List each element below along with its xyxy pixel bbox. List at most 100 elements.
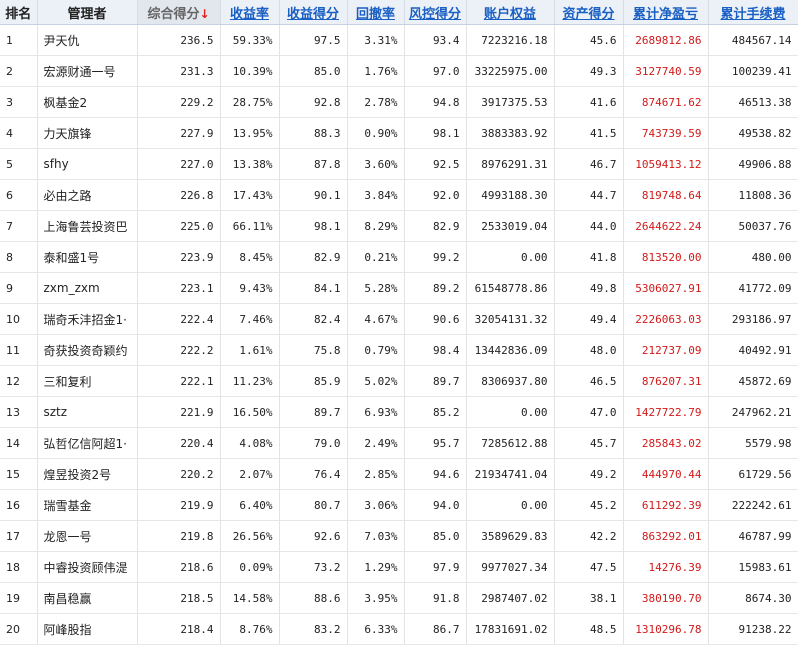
cell-return-score: 89.7 bbox=[279, 396, 348, 428]
header-equity[interactable]: 账户权益 bbox=[466, 0, 555, 25]
cell-manager: 中睿投资顾伟湜 bbox=[37, 551, 138, 583]
cell-fees: 480.00 bbox=[708, 241, 798, 273]
cell-asset-score: 49.2 bbox=[554, 458, 624, 490]
cell-score: 220.4 bbox=[137, 427, 221, 459]
cell-return-rate: 13.38% bbox=[220, 148, 280, 180]
cell-return-rate: 66.11% bbox=[220, 210, 280, 242]
header-fees[interactable]: 累计手续费 bbox=[708, 0, 798, 25]
cell-return-score: 98.1 bbox=[279, 210, 348, 242]
cell-risk-score: 98.4 bbox=[404, 334, 467, 366]
cell-equity: 0.00 bbox=[466, 241, 555, 273]
cell-risk-score: 94.8 bbox=[404, 86, 467, 118]
cell-fees: 40492.91 bbox=[708, 334, 798, 366]
cell-fees: 15983.61 bbox=[708, 551, 798, 583]
cell-return-score: 97.5 bbox=[279, 24, 348, 56]
cell-drawdown: 2.85% bbox=[347, 458, 405, 490]
header-asset-score[interactable]: 资产得分 bbox=[554, 0, 624, 25]
cell-net-pnl: 813520.00 bbox=[623, 241, 709, 273]
table-row: 17 龙恩一号 219.8 26.56% 92.6 7.03% 85.0 3589629.83… bbox=[0, 520, 798, 552]
table-row: 9 zxm_zxm 223.1 9.43% 84.1 5.28% 89.2 61548778.… bbox=[0, 272, 798, 304]
cell-net-pnl: 1427722.79 bbox=[623, 396, 709, 428]
cell-equity: 2987407.02 bbox=[466, 582, 555, 614]
header-drawdown[interactable]: 回撤率 bbox=[347, 0, 405, 25]
table-row: 4 力天旗锋 227.9 13.95% 88.3 0.90% 98.1 3883383.92 4… bbox=[0, 117, 798, 149]
cell-risk-score: 95.7 bbox=[404, 427, 467, 459]
cell-score: 222.4 bbox=[137, 303, 221, 335]
cell-fees: 50037.76 bbox=[708, 210, 798, 242]
table-row: 3 枫基金2 229.2 28.75% 92.8 2.78% 94.8 3917375.53 4… bbox=[0, 86, 798, 118]
cell-manager: zxm_zxm bbox=[37, 272, 138, 304]
cell-drawdown: 5.28% bbox=[347, 272, 405, 304]
cell-return-score: 92.6 bbox=[279, 520, 348, 552]
cell-asset-score: 47.0 bbox=[554, 396, 624, 428]
cell-return-score: 88.6 bbox=[279, 582, 348, 614]
cell-rank: 11 bbox=[0, 334, 38, 366]
cell-rank: 8 bbox=[0, 241, 38, 273]
header-score[interactable]: 综合得分↓ bbox=[137, 0, 221, 25]
cell-rank: 4 bbox=[0, 117, 38, 149]
cell-return-rate: 9.43% bbox=[220, 272, 280, 304]
cell-return-rate: 7.46% bbox=[220, 303, 280, 335]
cell-manager: sztz bbox=[37, 396, 138, 428]
cell-return-score: 90.1 bbox=[279, 179, 348, 211]
cell-manager: 尹天仇 bbox=[37, 24, 138, 56]
cell-net-pnl: 611292.39 bbox=[623, 489, 709, 521]
cell-drawdown: 6.93% bbox=[347, 396, 405, 428]
cell-net-pnl: 743739.59 bbox=[623, 117, 709, 149]
cell-risk-score: 89.7 bbox=[404, 365, 467, 397]
cell-return-rate: 28.75% bbox=[220, 86, 280, 118]
header-risk-score[interactable]: 风控得分 bbox=[404, 0, 467, 25]
cell-fees: 49538.82 bbox=[708, 117, 798, 149]
cell-score: 229.2 bbox=[137, 86, 221, 118]
cell-drawdown: 1.76% bbox=[347, 55, 405, 87]
cell-fees: 46513.38 bbox=[708, 86, 798, 118]
cell-return-score: 82.4 bbox=[279, 303, 348, 335]
table-row: 10 瑞奇禾沣招金1· 222.4 7.46% 82.4 4.67% 90.6 3205413… bbox=[0, 303, 798, 335]
cell-return-score: 73.2 bbox=[279, 551, 348, 583]
cell-return-score: 82.9 bbox=[279, 241, 348, 273]
cell-drawdown: 0.21% bbox=[347, 241, 405, 273]
header-manager: 管理者 bbox=[37, 0, 138, 25]
cell-fees: 8674.30 bbox=[708, 582, 798, 614]
cell-rank: 6 bbox=[0, 179, 38, 211]
cell-equity: 33225975.00 bbox=[466, 55, 555, 87]
sort-desc-icon: ↓ bbox=[199, 6, 210, 21]
cell-asset-score: 42.2 bbox=[554, 520, 624, 552]
cell-rank: 7 bbox=[0, 210, 38, 242]
cell-equity: 32054131.32 bbox=[466, 303, 555, 335]
cell-net-pnl: 14276.39 bbox=[623, 551, 709, 583]
cell-risk-score: 90.6 bbox=[404, 303, 467, 335]
cell-score: 227.0 bbox=[137, 148, 221, 180]
cell-manager: 枫基金2 bbox=[37, 86, 138, 118]
cell-return-score: 76.4 bbox=[279, 458, 348, 490]
cell-score: 226.8 bbox=[137, 179, 221, 211]
cell-drawdown: 7.03% bbox=[347, 520, 405, 552]
cell-return-rate: 17.43% bbox=[220, 179, 280, 211]
cell-net-pnl: 212737.09 bbox=[623, 334, 709, 366]
cell-manager: 瑞奇禾沣招金1· bbox=[37, 303, 138, 335]
header-return-score[interactable]: 收益得分 bbox=[279, 0, 348, 25]
cell-return-rate: 6.40% bbox=[220, 489, 280, 521]
cell-manager: 龙恩一号 bbox=[37, 520, 138, 552]
cell-asset-score: 41.8 bbox=[554, 241, 624, 273]
header-row: 排名 管理者 综合得分↓ 收益率 收益得分 回撤率 风控得分 账户权益 资产得分… bbox=[0, 0, 798, 25]
cell-risk-score: 94.6 bbox=[404, 458, 467, 490]
header-net-pnl[interactable]: 累计净盈亏 bbox=[623, 0, 709, 25]
cell-net-pnl: 2689812.86 bbox=[623, 24, 709, 56]
cell-equity: 61548778.86 bbox=[466, 272, 555, 304]
cell-return-rate: 14.58% bbox=[220, 582, 280, 614]
table-row: 6 必由之路 226.8 17.43% 90.1 3.84% 92.0 4993188.30 4… bbox=[0, 179, 798, 211]
cell-rank: 9 bbox=[0, 272, 38, 304]
cell-asset-score: 41.6 bbox=[554, 86, 624, 118]
header-rank: 排名 bbox=[0, 0, 38, 25]
cell-equity: 7223216.18 bbox=[466, 24, 555, 56]
cell-equity: 2533019.04 bbox=[466, 210, 555, 242]
header-return-rate[interactable]: 收益率 bbox=[220, 0, 280, 25]
cell-score: 218.5 bbox=[137, 582, 221, 614]
cell-manager: 必由之路 bbox=[37, 179, 138, 211]
cell-return-score: 85.0 bbox=[279, 55, 348, 87]
table-row: 16 瑞雪基金 219.9 6.40% 80.7 3.06% 94.0 0.00 45.2 611… bbox=[0, 489, 798, 521]
table-row: 8 泰和盛1号 223.9 8.45% 82.9 0.21% 99.2 0.00 41.8 813… bbox=[0, 241, 798, 273]
cell-asset-score: 46.5 bbox=[554, 365, 624, 397]
cell-drawdown: 3.60% bbox=[347, 148, 405, 180]
